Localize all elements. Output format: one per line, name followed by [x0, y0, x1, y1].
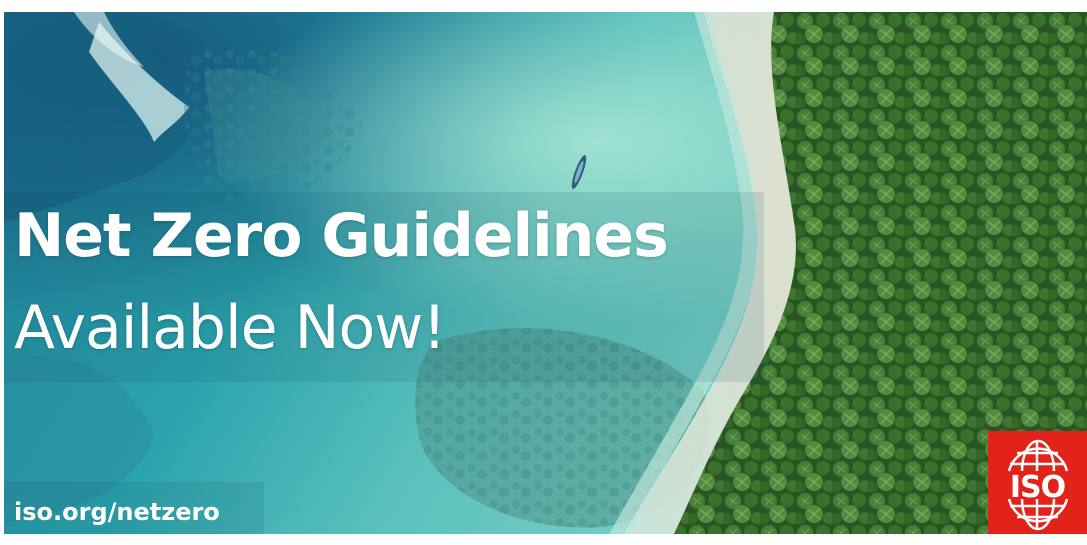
banner: Net Zero Guidelines Available Now! iso.o… [0, 0, 1087, 545]
aerial-beach-photo: Net Zero Guidelines Available Now! iso.o… [4, 12, 1087, 534]
iso-logo-text: ISO [1010, 470, 1065, 505]
subline: Available Now! [14, 293, 446, 363]
aerial-beach-image [4, 12, 1087, 534]
headline: Net Zero Guidelines [14, 201, 669, 271]
website-url[interactable]: iso.org/netzero [14, 500, 220, 524]
globe-icon: ISO [988, 431, 1087, 534]
iso-logo: ISO [988, 431, 1087, 534]
